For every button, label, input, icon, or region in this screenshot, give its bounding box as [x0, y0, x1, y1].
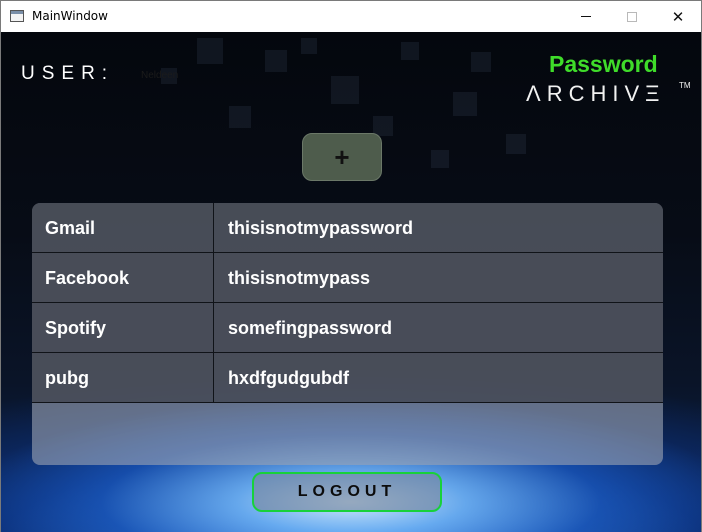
background-square — [506, 134, 526, 154]
table-row[interactable]: Spotify somefingpassword — [32, 303, 663, 353]
password-table: Gmail thisisnotmypassword Facebook thisi… — [32, 203, 663, 465]
background-square — [331, 76, 359, 104]
entry-name-cell[interactable]: Facebook — [32, 253, 214, 303]
logout-button[interactable]: LOGOUT — [252, 472, 442, 512]
minimize-icon — [581, 16, 591, 17]
entry-name-cell[interactable]: pubg — [32, 353, 214, 403]
add-entry-button[interactable]: + — [302, 133, 382, 181]
maximize-button[interactable] — [609, 1, 655, 32]
entry-password-cell[interactable]: thisisnotmypass — [215, 253, 663, 303]
table-empty-area — [32, 403, 663, 465]
app-content: USER: Neldeen Password ΛRCHIVΞ TM + Gmai… — [1, 32, 701, 532]
main-window: MainWindow ✕ USER: Neldeen Password ΛRCH… — [0, 0, 702, 532]
logo-password-text: Password — [549, 51, 658, 77]
minimize-button[interactable] — [563, 1, 609, 32]
table-row[interactable]: pubg hxdfgudgubdf — [32, 353, 663, 403]
background-square — [265, 50, 287, 72]
table-row[interactable]: Facebook thisisnotmypass — [32, 253, 663, 303]
window-title: MainWindow — [32, 9, 108, 23]
maximize-icon — [627, 11, 637, 22]
background-square — [229, 106, 251, 128]
app-window-icon — [10, 10, 24, 22]
close-button[interactable]: ✕ — [655, 1, 701, 32]
title-bar[interactable]: MainWindow ✕ — [1, 1, 701, 32]
logo-archive-text: ΛRCHIVΞ — [526, 81, 666, 106]
background-square — [197, 38, 223, 64]
background-square — [453, 92, 477, 116]
logo-trademark: TM — [679, 81, 691, 90]
entry-password-cell[interactable]: somefingpassword — [215, 303, 663, 353]
background-square — [301, 38, 317, 54]
close-icon: ✕ — [671, 7, 685, 26]
background-square — [431, 150, 449, 168]
user-label: USER: — [21, 63, 115, 84]
entry-password-cell[interactable]: hxdfgudgubdf — [215, 353, 663, 403]
entry-name-cell[interactable]: Gmail — [32, 203, 214, 253]
plus-icon: + — [334, 141, 350, 172]
entry-name-cell[interactable]: Spotify — [32, 303, 214, 353]
username-value: Neldeen — [141, 70, 179, 81]
table-row[interactable]: Gmail thisisnotmypassword — [32, 203, 663, 253]
entry-password-cell[interactable]: thisisnotmypassword — [215, 203, 663, 253]
background-square — [471, 52, 491, 72]
background-square — [401, 42, 419, 60]
